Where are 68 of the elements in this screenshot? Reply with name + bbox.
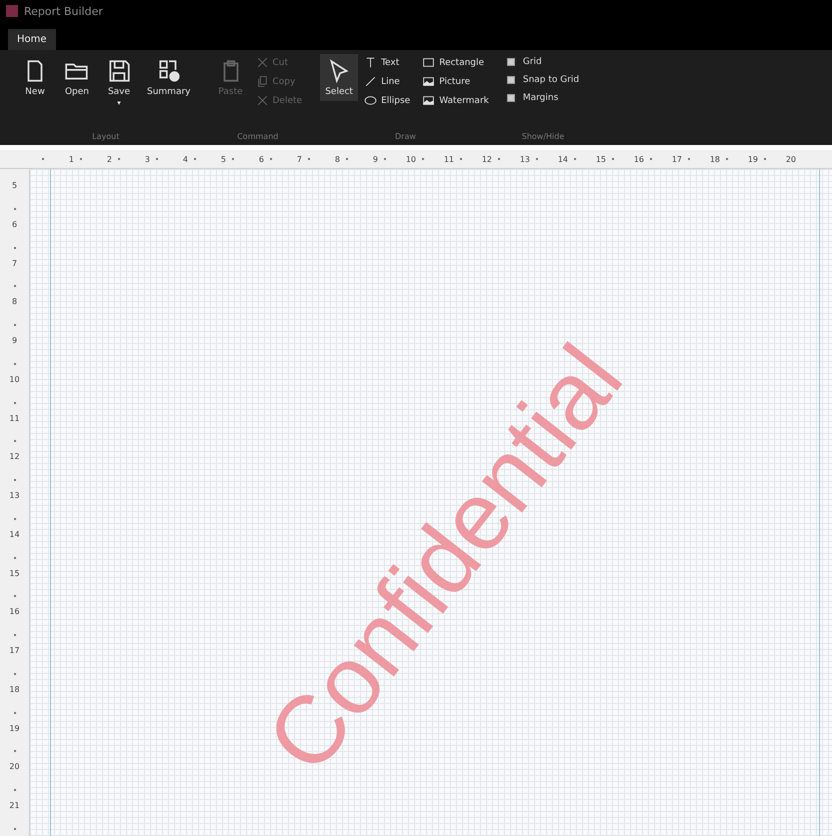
line-icon: [364, 75, 378, 88]
ruler-number: 7: [296, 154, 302, 164]
ruler-number: 15: [596, 154, 606, 164]
window-title: Report Builder: [24, 4, 103, 18]
ribbon-button[interactable]: Watermark: [420, 92, 491, 109]
picture-icon: [422, 75, 436, 88]
ribbon-button[interactable]: Ellipse: [362, 92, 412, 109]
ruler-number: 1: [68, 154, 74, 164]
ruler-number: 5: [12, 181, 18, 190]
ruler-number: 7: [12, 258, 18, 268]
ruler-number: 2: [106, 154, 112, 164]
ribbon-button[interactable]: Picture: [420, 73, 491, 90]
ribbon-button[interactable]: Text: [362, 54, 412, 71]
ruler-number: 10: [9, 374, 20, 384]
ruler-number: 12: [482, 154, 492, 164]
cross-icon: [256, 94, 268, 107]
ruler-number: 10: [406, 154, 416, 164]
picture-icon: [422, 94, 436, 107]
ruler-number: 16: [9, 607, 20, 616]
ruler-number: 8: [334, 154, 340, 164]
ruler-number: 16: [634, 154, 644, 164]
ruler-number: 12: [9, 452, 20, 462]
group-label: Command: [236, 132, 280, 143]
group-label: Layout: [91, 132, 120, 143]
text-t-icon: [364, 56, 378, 69]
ruler-number: 18: [9, 684, 20, 694]
checkbox-label: Grid: [522, 57, 542, 67]
ruler-number: 6: [258, 154, 264, 164]
ruler-number: 6: [12, 220, 18, 229]
checkbox-label: Snap to Grid: [522, 75, 580, 85]
ruler-number: 19: [9, 724, 20, 732]
ruler-number: 13: [520, 154, 530, 164]
checkbox[interactable]: [506, 58, 515, 66]
ruler-number: 8: [12, 297, 18, 306]
ruler-number: 17: [9, 646, 20, 655]
ellipse-icon: [364, 94, 378, 107]
copy-icon: [256, 75, 268, 88]
ruler-number: 20: [9, 762, 20, 772]
rectangle-icon: [422, 56, 436, 69]
ribbon-button[interactable]: New: [16, 54, 54, 101]
ruler-number: 3: [144, 154, 150, 164]
ruler-number: 19: [748, 154, 758, 164]
checkbox[interactable]: [506, 76, 515, 84]
ribbon-tab[interactable]: Home: [8, 29, 56, 50]
ruler-number: 13: [9, 491, 20, 500]
ruler-number: 5: [220, 154, 226, 164]
checkbox[interactable]: [506, 94, 515, 102]
ruler-number: 14: [558, 154, 568, 164]
ruler-number: 15: [9, 568, 20, 578]
ruler-number: 11: [444, 154, 454, 164]
app-icon: [6, 5, 18, 17]
ruler-number: 4: [182, 154, 188, 164]
ribbon-button[interactable]: Line: [362, 73, 412, 90]
ruler-number: 9: [372, 154, 378, 164]
ruler-number: 17: [672, 154, 682, 164]
ribbon-button[interactable]: Select: [320, 54, 358, 101]
ribbon-button[interactable]: Rectangle: [420, 54, 491, 71]
ruler-number: 20: [786, 154, 796, 164]
group-label: Show/Hide: [520, 132, 566, 143]
ribbon-button[interactable]: Open: [58, 54, 96, 101]
ribbon-button[interactable]: Summary: [142, 54, 196, 101]
ruler-number: 18: [710, 154, 720, 164]
group-label: Draw: [394, 132, 417, 143]
ruler-number: 14: [9, 530, 20, 539]
ruler-number: 21: [9, 801, 20, 810]
ruler-number: 11: [9, 414, 20, 422]
ruler-number: 9: [12, 336, 18, 345]
checkbox-label: Margins: [522, 93, 558, 103]
